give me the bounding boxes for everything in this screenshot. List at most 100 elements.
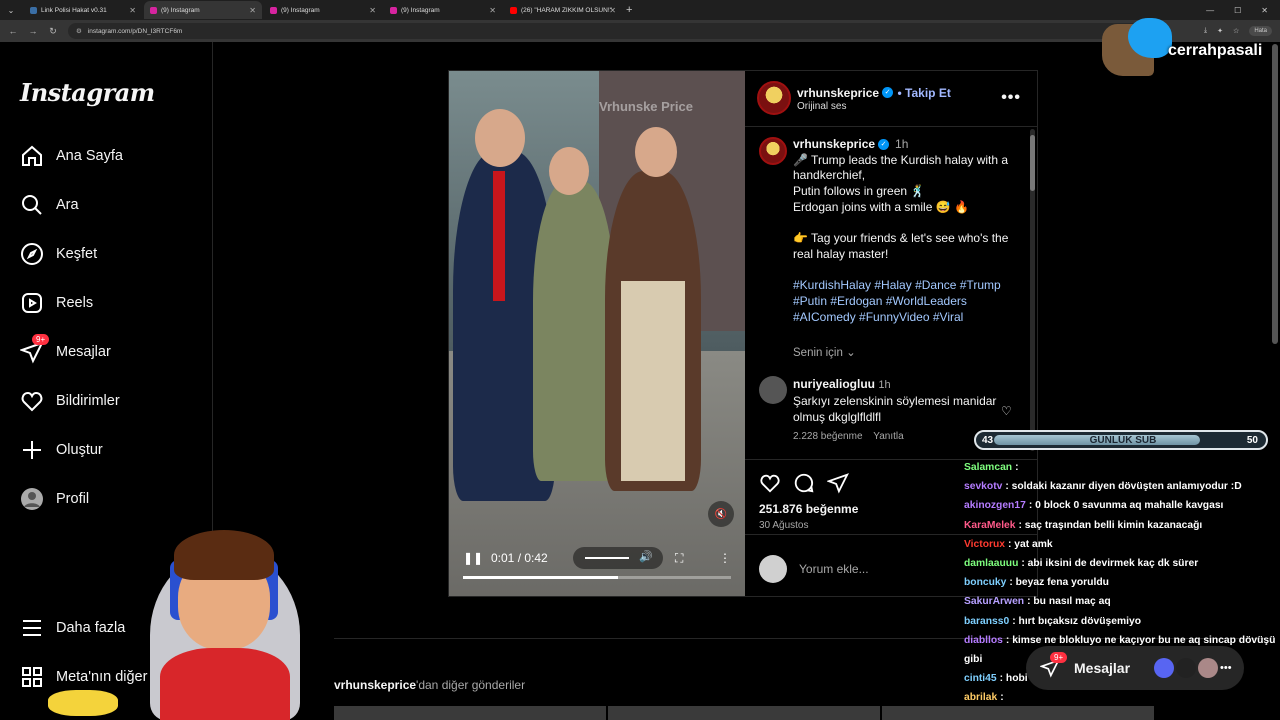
browser-tab[interactable]: Link Polisi Hakat v0.31 ✕ <box>24 1 142 19</box>
browser-tab[interactable]: (26) "HARAM ZIKKIM OLSUN!" ✕ <box>504 1 622 19</box>
author-avatar[interactable] <box>757 81 791 115</box>
video-progress-bar[interactable] <box>463 576 731 579</box>
comment-meta: 2.228 beğenme Yanıtla <box>793 429 1003 445</box>
chat-text: : yat amk <box>1008 538 1053 550</box>
translation-toggle[interactable]: Senin için ⌄ <box>793 345 856 359</box>
more-posts-user[interactable]: vrhunskeprice <box>334 678 416 692</box>
back-icon[interactable]: ← <box>6 26 20 36</box>
streamer-hair <box>174 530 274 580</box>
messages-pill[interactable]: 9+ Mesajlar ••• <box>1026 646 1244 690</box>
chat-text: gibi <box>964 654 983 666</box>
comment-likes[interactable]: 2.228 beğenme <box>793 431 863 442</box>
scrollbar-thumb[interactable] <box>1030 135 1035 191</box>
tab-close-icon[interactable]: ✕ <box>609 6 616 15</box>
page-scrollbar[interactable] <box>1272 44 1278 344</box>
fullscreen-icon[interactable]: ⛶ <box>675 551 683 566</box>
sub-goal-bar: 43 GÜNLÜK SUB 50 <box>974 430 1268 450</box>
browser-tab[interactable]: (9) Instagram ✕ <box>384 1 502 19</box>
chat-username[interactable]: SakurArwen <box>964 596 1024 607</box>
chat-text: : saç traşından belli kimin kazanacağı <box>1018 519 1203 531</box>
browser-tab[interactable]: (9) Instagram ✕ <box>264 1 382 19</box>
url-field[interactable]: ⚙ instagram.com/p/DN_I3RTCF6m <box>68 23 1158 39</box>
commenter-avatar[interactable] <box>759 376 787 404</box>
post-thumbnail[interactable] <box>882 706 1154 720</box>
follow-button[interactable]: • Takip Et <box>898 86 951 100</box>
more-options-icon[interactable]: ••• <box>1001 89 1021 107</box>
caption-hashtags[interactable]: #KurdishHalay #Halay #Dance #Trump #Puti… <box>793 278 1025 325</box>
like-icon[interactable] <box>759 472 781 494</box>
comment-like-icon[interactable]: ♡ <box>1001 404 1012 418</box>
chat-username[interactable]: sevkotv <box>964 481 1002 492</box>
tab-title: (9) Instagram <box>401 6 440 14</box>
caption-line: 🎤 Trump leads the Kurdish halay with a h… <box>793 152 1009 183</box>
chat-username[interactable]: boncuky <box>964 577 1006 588</box>
chat-username[interactable]: KaraMelek <box>964 520 1016 531</box>
tab-close-icon[interactable]: ✕ <box>129 6 136 15</box>
volume-track <box>585 557 629 559</box>
sidebar-item-reels[interactable]: Reels <box>20 291 93 315</box>
chat-username[interactable]: abrilak <box>964 692 997 703</box>
caption-avatar[interactable] <box>759 137 787 165</box>
comment-icon[interactable] <box>793 472 815 494</box>
instagram-logo[interactable]: Instagram <box>20 78 155 107</box>
author-username[interactable]: vrhunskeprice <box>797 86 879 100</box>
chat-text: : kimse ne blokluyo ne kaçıyor bu ne aq … <box>1005 634 1276 646</box>
sidebar-item-create[interactable]: Oluştur <box>20 438 103 462</box>
sidebar-item-notifications[interactable]: Bildirimler <box>20 389 120 413</box>
audio-label[interactable]: Orijinal ses <box>797 101 846 112</box>
chat-username[interactable]: cinti45 <box>964 673 997 684</box>
tab-title: Link Polisi Hakat v0.31 <box>41 6 107 14</box>
sidebar-item-home[interactable]: Ana Sayfa <box>20 144 123 168</box>
mute-icon[interactable]: 🔇 <box>708 501 734 527</box>
comment-username[interactable]: nuriyealiogluu <box>793 377 875 391</box>
pause-icon[interactable]: ❚❚ <box>463 551 483 565</box>
chat-username[interactable]: diabllos <box>964 635 1003 646</box>
chat-message: SakurArwen: bu nasıl maç aq <box>964 592 1280 611</box>
tab-close-icon[interactable]: ✕ <box>369 6 376 15</box>
recent-chat-avatars: ••• <box>1154 658 1240 678</box>
chat-username[interactable]: akinozgen17 <box>964 500 1026 511</box>
volume-icon[interactable]: 🔊 <box>639 550 653 563</box>
chat-username[interactable]: Victorux <box>964 539 1005 550</box>
sidebar-item-profile[interactable]: Profil <box>20 487 89 511</box>
new-tab-button[interactable]: + <box>626 4 632 16</box>
chat-username[interactable]: damlaauuu <box>964 558 1018 569</box>
sidebar-item-explore[interactable]: Keşfet <box>20 242 97 266</box>
sidebar-item-messages[interactable]: 9+ Mesajlar <box>20 334 111 364</box>
share-icon[interactable] <box>827 472 849 494</box>
chat-text: : abi iksini de devirmek kaç dk sürer <box>1021 558 1199 570</box>
site-info-icon[interactable]: ⚙ <box>76 27 82 35</box>
tab-close-icon[interactable]: ✕ <box>489 6 496 15</box>
browser-tab[interactable]: (9) Instagram ✕ <box>144 1 262 19</box>
reply-button[interactable]: Yanıtla <box>873 431 903 442</box>
forward-icon[interactable]: → <box>26 26 40 36</box>
sidebar-item-more[interactable]: Daha fazla <box>20 616 125 640</box>
video-progress-fill <box>463 576 619 579</box>
tab-search-icon[interactable]: ⌄ <box>0 0 22 20</box>
reload-icon[interactable]: ↻ <box>46 26 60 37</box>
figure-right-trousers <box>621 281 685 481</box>
more-posts-suffix: 'dan diğer gönderiler <box>416 678 526 692</box>
caption-line: Putin follows in green 🕺 <box>793 184 926 199</box>
comments-scrollbar[interactable] <box>1030 129 1035 451</box>
like-count[interactable]: 251.876 beğenme <box>759 502 858 516</box>
add-comment-field[interactable]: Yorum ekle... <box>759 555 869 583</box>
caption-time: 1h <box>895 137 909 151</box>
chat-username[interactable]: baranss0 <box>964 616 1009 627</box>
post-video[interactable]: Vrhunske Price 🔇 ❚❚ 0:01 / 0:42 🔊 ⛶ ⋮ <box>449 71 745 596</box>
minimize-icon[interactable]: — <box>1206 6 1214 15</box>
chat-username[interactable]: Salamcan <box>964 462 1012 473</box>
post-thumbnail[interactable] <box>608 706 880 720</box>
tab-close-icon[interactable]: ✕ <box>249 6 256 15</box>
volume-slider[interactable]: 🔊 <box>573 547 663 569</box>
menu-icon <box>23 620 41 636</box>
avatar-icon <box>21 488 43 510</box>
video-more-icon[interactable]: ⋮ <box>719 551 731 565</box>
sidebar-item-search[interactable]: Ara <box>20 193 79 217</box>
close-window-icon[interactable]: ✕ <box>1261 6 1268 15</box>
maximize-icon[interactable]: ☐ <box>1234 6 1241 15</box>
more-posts-heading: vrhunskeprice'dan diğer gönderiler <box>334 678 525 692</box>
post-thumbnail[interactable] <box>334 706 606 720</box>
caption-username[interactable]: vrhunskeprice <box>793 137 875 151</box>
